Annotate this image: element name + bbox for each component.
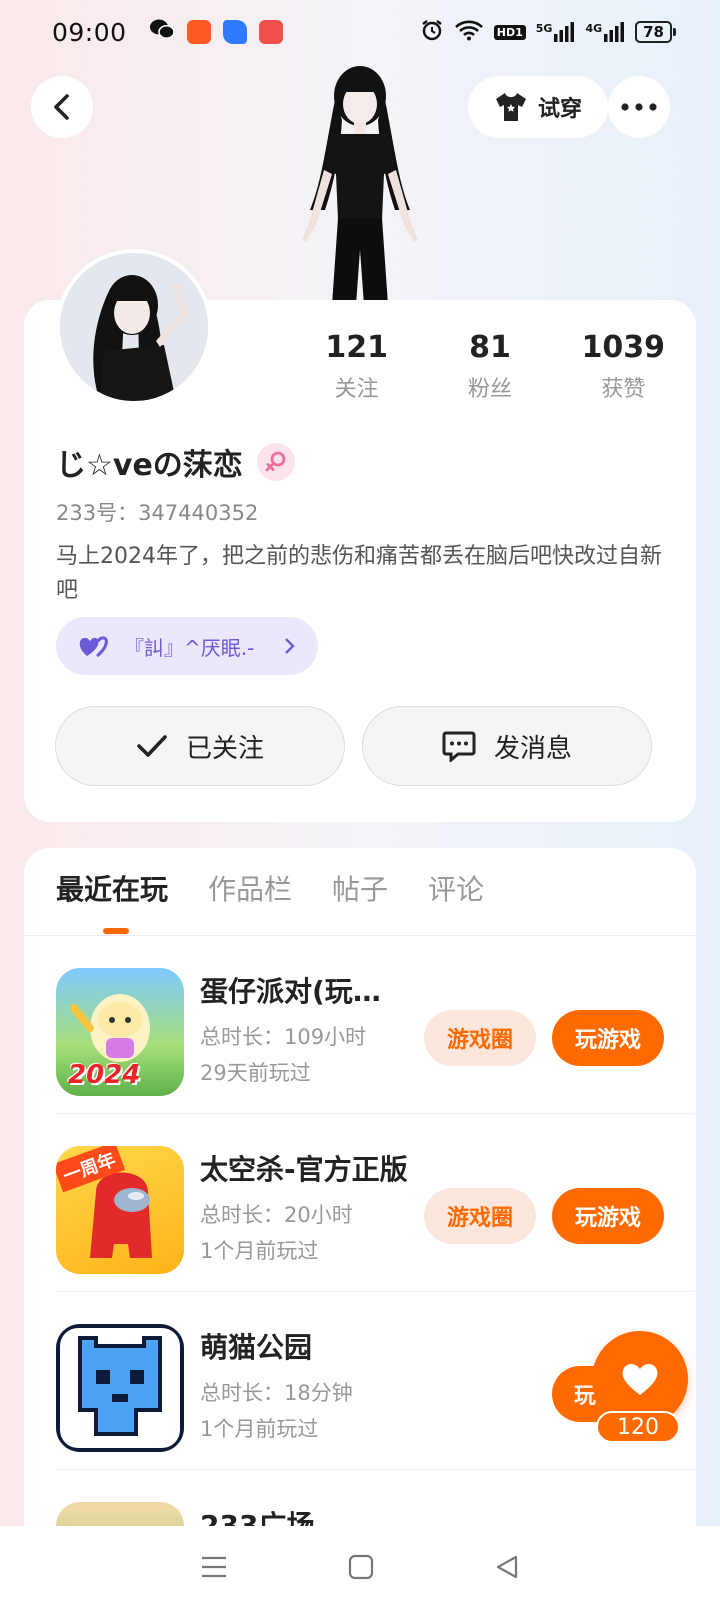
stat-value: 81: [469, 330, 511, 365]
kuaishou-icon: [186, 20, 211, 44]
status-time: 09:00: [52, 17, 127, 47]
game-row[interactable]: 2024 蛋仔派对(玩具... 总时长：109小时 29天前玩过 游戏圈 玩游戏: [24, 936, 696, 1114]
stat-label: 粉丝: [467, 377, 512, 402]
battery-indicator: 78: [635, 21, 676, 43]
stat-followers[interactable]: 81 粉丝: [423, 330, 556, 403]
followed-button[interactable]: 已关注: [55, 706, 345, 786]
play-duration: 总时长：18分钟: [200, 1381, 353, 1405]
app-blue-icon: [222, 20, 247, 44]
status-right: HD1 5G 4G 78: [420, 18, 676, 46]
tab-comments[interactable]: 评论: [428, 868, 484, 908]
like-count: 120: [596, 1411, 680, 1443]
home-nav-icon[interactable]: [348, 1554, 374, 1584]
system-nav-bar: [0, 1526, 720, 1612]
chevron-left-icon: [54, 94, 69, 120]
stat-following[interactable]: 121 关注: [290, 330, 423, 403]
game-circle-button[interactable]: 游戏圈: [424, 1010, 536, 1066]
profile-stats: 121 关注 81 粉丝 1039 获赞: [290, 330, 690, 403]
chevron-right-icon: [285, 638, 295, 654]
nickname: じ☆veの莯恋: [56, 448, 243, 483]
chat-bubble-icon: [442, 731, 476, 762]
play-duration: 总时长：20小时: [200, 1203, 353, 1227]
stat-label: 获赞: [601, 377, 646, 402]
try-on-button[interactable]: 试穿: [468, 76, 608, 138]
wechat-icon: [149, 18, 175, 46]
stat-value: 121: [325, 330, 388, 365]
game-icon-space-kill[interactable]: 一周年: [56, 1146, 184, 1274]
play-game-button[interactable]: 玩游戏: [552, 1010, 664, 1066]
game-title: 太空杀-官方正版: [200, 1153, 408, 1186]
group-badge[interactable]: 『訆』^厌眠.-: [56, 617, 318, 675]
signal-5g-icon: 5G: [536, 22, 576, 42]
more-options-button[interactable]: [608, 76, 670, 138]
last-played: 1个月前玩过: [200, 1417, 319, 1441]
profile-tabs: 最近在玩 作品栏 帖子 评论: [56, 868, 484, 908]
signal-4g-icon: 4G: [585, 22, 625, 42]
hd-badge: HD1: [493, 24, 526, 40]
game-title: 萌猫公园: [200, 1331, 313, 1364]
double-heart-icon: [79, 636, 108, 658]
last-played: 1个月前玩过: [200, 1239, 319, 1263]
avatar-image: [60, 253, 208, 401]
try-on-label: 试穿: [537, 97, 582, 122]
wifi-icon: [454, 19, 484, 45]
tshirt-icon: [495, 93, 526, 121]
profile-avatar[interactable]: [56, 249, 212, 405]
user-id: 233号：347440352: [56, 501, 259, 525]
female-gender-icon: [256, 443, 295, 481]
menu-nav-icon[interactable]: [200, 1555, 228, 1583]
tab-posts[interactable]: 帖子: [332, 868, 388, 908]
last-played: 29天前玩过: [200, 1061, 311, 1085]
back-button[interactable]: [31, 76, 93, 138]
icon-badge-2024: 2024: [68, 1060, 141, 1090]
stat-label: 关注: [334, 377, 379, 402]
checkmark-icon: [137, 735, 167, 757]
back-nav-icon[interactable]: [494, 1554, 520, 1584]
send-message-label: 发消息: [493, 733, 572, 764]
stat-value: 1039: [581, 330, 666, 365]
bio-text: 马上2024年了，把之前的悲伤和痛苦都丢在脑后吧快改过自新吧: [56, 544, 662, 603]
heart-icon: [622, 1363, 658, 1395]
game-circle-button[interactable]: 游戏圈: [424, 1188, 536, 1244]
active-tab-indicator: [103, 928, 129, 934]
tab-works[interactable]: 作品栏: [208, 868, 292, 908]
play-duration: 总时长：109小时: [200, 1025, 367, 1049]
group-name: 『訆』^厌眠.-: [124, 635, 255, 660]
game-icon-cute-cat-park[interactable]: [56, 1324, 184, 1452]
alarm-icon: [420, 18, 444, 46]
stat-likes[interactable]: 1039 获赞: [557, 330, 690, 403]
tab-recently-played[interactable]: 最近在玩: [56, 868, 168, 908]
followed-label: 已关注: [185, 733, 264, 764]
music-app-icon: [258, 20, 283, 44]
game-icon-eggy-party[interactable]: 2024: [56, 968, 184, 1096]
nickname-row: じ☆veの莯恋: [56, 440, 295, 484]
more-dots-icon: [621, 103, 657, 111]
game-title: 蛋仔派对(玩具...: [200, 975, 400, 1008]
game-row[interactable]: 一周年 太空杀-官方正版 总时长：20小时 1个月前玩过 游戏圈 玩游戏: [24, 1114, 696, 1292]
status-bar: 09:00 HD1 5G 4G 78: [0, 0, 720, 64]
avatar-3d-figure: [280, 60, 440, 305]
play-game-button[interactable]: 玩游戏: [552, 1188, 664, 1244]
send-message-button[interactable]: 发消息: [362, 706, 652, 786]
